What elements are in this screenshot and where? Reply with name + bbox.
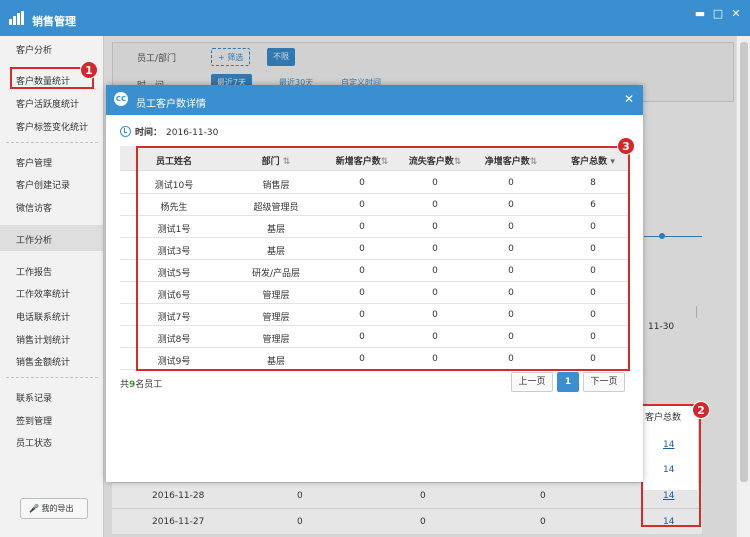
sidebar: 客户分析 客户数量统计 客户活跃度统计 客户标签变化统计 客户管理 客户创建记录…: [0, 36, 104, 537]
annotation-badge-3: 3: [617, 137, 635, 155]
annotation-badge-2: 2: [692, 401, 710, 419]
value-cell: 0: [420, 517, 426, 527]
sidebar-item-customer-activity[interactable]: 客户活跃度统计: [16, 97, 79, 110]
annotation-badge-1: 1: [80, 61, 98, 79]
scrollbar-thumb[interactable]: [740, 42, 748, 482]
sidebar-item-sales-amount[interactable]: 销售金额统计: [16, 355, 70, 368]
date-cell: 2016-11-28: [152, 491, 205, 501]
maximize-icon[interactable]: □: [711, 7, 725, 21]
next-page-button[interactable]: 下一页: [583, 372, 625, 392]
sidebar-item-work-efficiency[interactable]: 工作效率统计: [16, 287, 70, 300]
highlight-box-3: [136, 146, 630, 371]
page-1-button[interactable]: 1: [557, 372, 579, 392]
my-export-button[interactable]: 🎤 我的导出: [20, 498, 88, 519]
value-cell: 0: [297, 491, 303, 501]
count-suffix: 名员工: [135, 380, 163, 390]
sidebar-item-customer-creation[interactable]: 客户创建记录: [16, 178, 70, 191]
title-bar: 销售管理 ▬ □ ✕: [0, 0, 750, 36]
table-row: 2016-11-28 0 0 0 14: [112, 482, 702, 508]
sidebar-divider: [6, 377, 98, 378]
minimize-icon[interactable]: ▬: [693, 7, 707, 21]
value-cell: 0: [540, 491, 546, 501]
value-cell: 0: [540, 517, 546, 527]
time-row: 时间： 2016-11-30: [120, 125, 218, 138]
sidebar-item-employee-status[interactable]: 员工状态: [16, 436, 52, 449]
app-title: 销售管理: [32, 15, 76, 28]
bar-chart-logo-icon: [9, 11, 25, 25]
time-label: 时间：: [135, 128, 163, 138]
sidebar-item-wechat-visitors[interactable]: 微信访客: [16, 201, 52, 214]
clock-icon: [120, 126, 131, 137]
dialog-title: 员工客户数详情: [136, 99, 206, 110]
sidebar-divider: [6, 142, 98, 143]
sidebar-item-checkin[interactable]: 签到管理: [16, 414, 52, 427]
scrollbar[interactable]: [736, 36, 750, 537]
table-row: 2016-11-27 0 0 0 14: [112, 508, 702, 534]
date-cell: 2016-11-27: [152, 517, 205, 527]
employee-count: 共9名员工: [120, 377, 162, 390]
close-window-icon[interactable]: ✕: [729, 7, 743, 21]
microphone-icon: 🎤: [29, 504, 39, 513]
value-cell: 0: [297, 517, 303, 527]
value-cell: 0: [420, 491, 426, 501]
sidebar-item-work-report[interactable]: 工作报告: [16, 265, 52, 278]
time-value: 2016-11-30: [166, 128, 219, 138]
export-label: 我的导出: [41, 504, 74, 513]
count-prefix: 共: [120, 380, 130, 390]
dialog-close-icon[interactable]: ✕: [624, 92, 634, 106]
sidebar-item-phone-contact[interactable]: 电话联系统计: [16, 310, 70, 323]
sidebar-section-work-analysis[interactable]: 工作分析: [0, 225, 103, 251]
sidebar-item-contact-records[interactable]: 联系记录: [16, 391, 52, 404]
chat-bubble-icon: CC: [114, 92, 128, 106]
dialog-header: CC 员工客户数详情 ✕: [106, 85, 643, 115]
sidebar-item-customer-management[interactable]: 客户管理: [16, 156, 52, 169]
highlight-box-2: [641, 404, 701, 527]
sidebar-item-tag-change[interactable]: 客户标签变化统计: [16, 120, 88, 133]
sidebar-item-customer-analysis[interactable]: 客户分析: [16, 43, 52, 56]
prev-page-button[interactable]: 上一页: [511, 372, 553, 392]
sidebar-section-label: 工作分析: [16, 236, 53, 246]
sidebar-item-sales-plan[interactable]: 销售计划统计: [16, 333, 70, 346]
